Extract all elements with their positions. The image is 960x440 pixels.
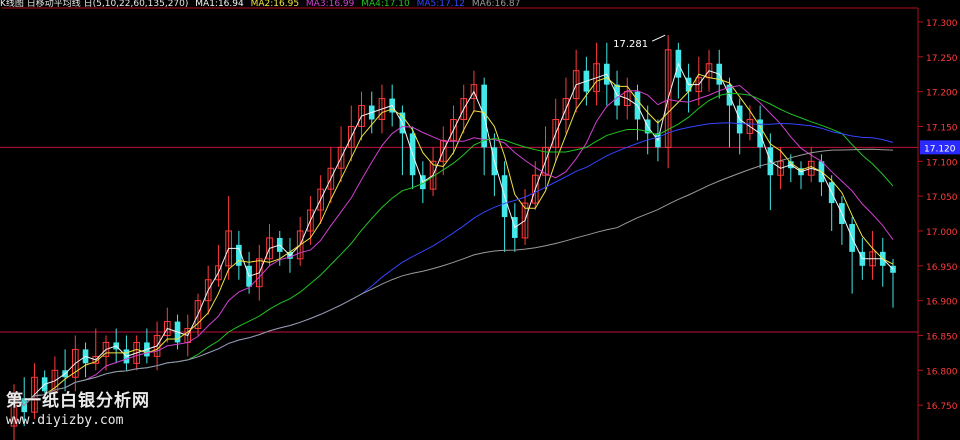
y-tick-label: 16.900 xyxy=(926,298,958,308)
watermark-url[interactable]: www.diyizby.com xyxy=(6,413,150,428)
high-annotation-label: 17.281 xyxy=(613,39,648,50)
legend-ma3: MA3:16.99 xyxy=(305,0,355,9)
candlestick-chart[interactable]: 17.300 17.250 17.200 17.150 17.100 17.050 17.0… xyxy=(0,0,960,440)
watermark-title: 第一纸白银分析网 xyxy=(6,391,150,411)
y-tick-label: 17.200 xyxy=(926,89,958,99)
legend-ma1: MA1:16.94 xyxy=(195,0,244,9)
annotation-leader xyxy=(651,34,666,42)
y-tick-label: 16.800 xyxy=(926,367,958,377)
y-tick-label: 16.750 xyxy=(926,402,958,412)
y-tick-label: 17.150 xyxy=(926,123,958,133)
watermark: 第一纸白银分析网 www.diyizby.com xyxy=(6,386,150,428)
ma-line-6 xyxy=(13,148,894,406)
legend-ma4: MA4:17.10 xyxy=(361,0,410,9)
y-tick-label: 17.000 xyxy=(926,228,958,238)
y-tick-label: 17.250 xyxy=(926,54,958,64)
y-tick-label: 17.050 xyxy=(926,193,958,203)
y-tick-label: 16.950 xyxy=(926,263,958,273)
chart-legend: K线图 日移动平均线 日(5,10,22,60,135,270) MA1:16.… xyxy=(0,0,524,9)
legend-title: K线图 日移动平均线 日(5,10,22,60,135,270) xyxy=(0,0,189,9)
legend-ma6: MA6:16.87 xyxy=(471,0,521,9)
legend-ma2: MA2:16.95 xyxy=(250,0,300,9)
legend-ma5: MA5:17.12 xyxy=(416,0,466,9)
price-highlight-label: 17.120 xyxy=(924,144,956,154)
ma-line-5 xyxy=(13,122,894,406)
chart-stage: 17.300 17.250 17.200 17.150 17.100 17.050 17.0… xyxy=(0,0,960,440)
y-tick-label: 17.100 xyxy=(926,158,958,168)
y-tick-label: 17.300 xyxy=(926,19,958,29)
y-tick-label: 16.850 xyxy=(926,332,958,342)
